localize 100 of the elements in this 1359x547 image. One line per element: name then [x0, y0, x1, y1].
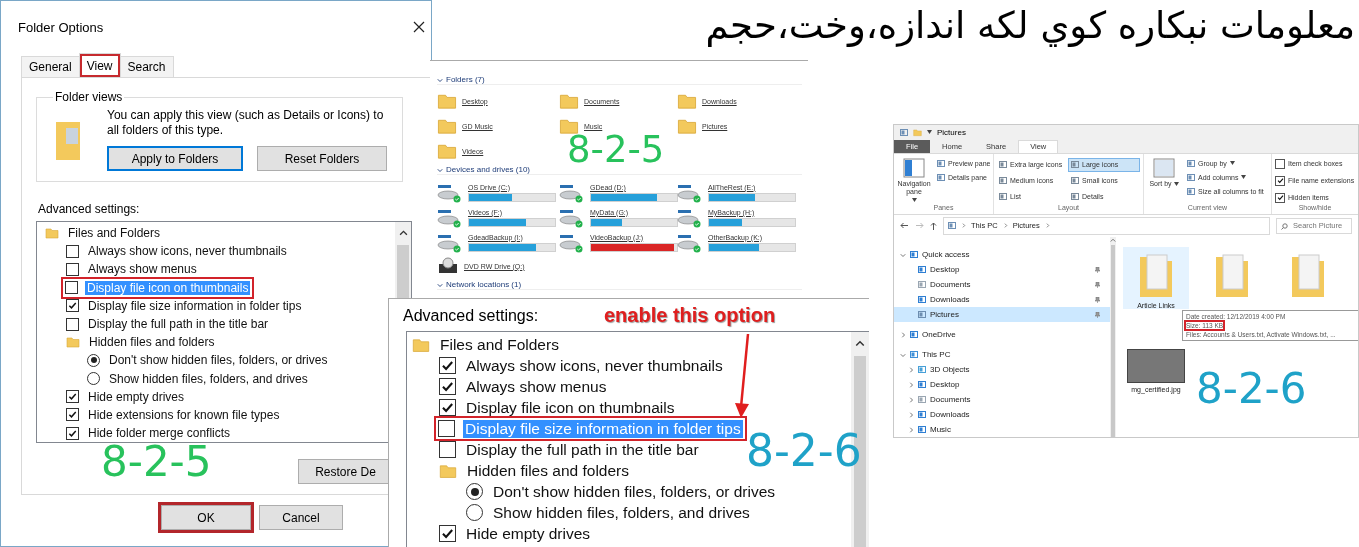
setting-group-label: Hidden files and folders	[88, 335, 216, 350]
setting-label: Always show menus	[465, 377, 608, 396]
description-text: You can apply this view (such as Details or Icons) to all folders of this type.	[107, 108, 385, 138]
checkbox[interactable]	[1275, 158, 1285, 169]
setting-label: Always show icons, never thumbnails	[87, 244, 288, 259]
radio-button[interactable]	[87, 353, 100, 367]
checkbox[interactable]	[439, 441, 456, 458]
documents-icon	[918, 396, 926, 403]
group-label: Folder views	[54, 90, 124, 104]
setting-label: Always show icons, never thumbnails	[465, 356, 724, 375]
setting-label: Show hidden files, folders, and drives	[108, 371, 309, 386]
caret-icon	[927, 130, 932, 135]
nav-item[interactable]: Desktop	[894, 262, 1110, 277]
desktop-icon	[918, 381, 926, 388]
pictures-icon	[918, 311, 926, 318]
window-title: Pictures	[937, 127, 966, 137]
setting-label: Hide extensions for known file types	[87, 407, 281, 422]
nav-item[interactable]: Pictures	[894, 307, 1110, 322]
columns-icon	[1153, 157, 1175, 178]
section-label: Advanced settings:	[403, 307, 539, 325]
tab[interactable]: View	[78, 53, 121, 77]
setting-group-label: Files and Folders	[439, 335, 560, 354]
section-header[interactable]: Folders (7)	[446, 75, 485, 84]
checkbox[interactable]	[65, 281, 78, 295]
nav-item[interactable]: Desktop	[894, 377, 1110, 392]
checkbox[interactable]	[66, 299, 79, 313]
caret-icon	[911, 197, 917, 202]
folder-icon	[1138, 251, 1174, 299]
scroll-up-icon	[398, 228, 408, 237]
nav-item[interactable]: Quick access	[894, 247, 1110, 262]
nav-item[interactable]: Downloads	[894, 407, 1110, 422]
step-number: 8-2-5	[567, 131, 665, 168]
radio-button[interactable]	[466, 483, 483, 500]
nav-item[interactable]: Documents	[894, 392, 1110, 407]
folder-icon	[45, 226, 59, 241]
section-header[interactable]: Devices and drives (10)	[446, 165, 531, 174]
dialog-button[interactable]: Apply to Folders	[107, 146, 243, 171]
objects-icon	[918, 366, 926, 373]
checkbox[interactable]	[66, 408, 79, 422]
section-header[interactable]: Network locations (1)	[446, 280, 522, 289]
checkbox[interactable]	[66, 317, 79, 331]
nav-item[interactable]: Downloads	[894, 292, 1110, 307]
checkbox[interactable]	[439, 399, 456, 416]
chevron-icon	[961, 223, 966, 229]
caret-icon	[1229, 161, 1235, 166]
setting-group-label: Files and Folders	[67, 226, 162, 241]
view-icon	[1071, 161, 1079, 169]
cloud-icon	[910, 331, 918, 338]
checkbox[interactable]	[439, 357, 456, 374]
checkbox[interactable]	[66, 244, 79, 258]
radio-button[interactable]	[87, 372, 100, 386]
dialog-button[interactable]: OK	[161, 505, 251, 530]
drive-icon	[437, 232, 463, 253]
view-icon	[1071, 193, 1079, 201]
chevron-icon	[437, 281, 443, 288]
view-icon	[1071, 177, 1079, 185]
checkbox[interactable]	[1275, 192, 1285, 203]
nav-item[interactable]: Music	[894, 422, 1110, 437]
nav-item[interactable]: This PC	[894, 347, 1110, 362]
checkbox[interactable]	[439, 378, 456, 395]
checkbox[interactable]	[1275, 175, 1285, 186]
chevron-icon	[908, 411, 914, 418]
chevron-icon	[908, 396, 914, 403]
setting-label: Display file icon on thumbnails	[465, 398, 676, 417]
nav-item[interactable]: OneDrive	[894, 327, 1110, 342]
back-arrow-icon[interactable]	[900, 222, 909, 230]
checkbox[interactable]	[66, 262, 79, 276]
tab[interactable]: Search	[119, 56, 174, 77]
caret-icon	[1241, 175, 1247, 180]
chevron-icon	[437, 76, 443, 83]
star-icon	[910, 251, 918, 258]
setting-label: Display file size information in folder tips	[87, 298, 303, 313]
dialog-button[interactable]: Reset Folders	[257, 146, 387, 171]
chevron-icon	[900, 251, 906, 258]
drive-icon	[559, 207, 585, 228]
caret-icon	[1173, 181, 1179, 186]
dialog-button[interactable]: Cancel	[259, 505, 343, 530]
scroll-up-icon	[855, 338, 865, 348]
disc-drive-icon	[437, 256, 459, 276]
checkbox[interactable]	[66, 426, 79, 440]
view-icon	[999, 193, 1007, 201]
folder-icon	[913, 127, 922, 137]
tab[interactable]: General	[21, 56, 80, 77]
view-icon	[999, 177, 1007, 185]
chevron-icon	[437, 166, 443, 173]
nav-item[interactable]: Documents	[894, 277, 1110, 292]
setting-label: Hide folder merge conflicts	[87, 426, 232, 441]
setting-group-label: Hidden files and folders	[466, 461, 630, 480]
nav-item[interactable]: 3D Objects	[894, 362, 1110, 377]
close-icon[interactable]	[413, 21, 425, 33]
checkbox[interactable]	[439, 525, 456, 542]
view-icon	[999, 161, 1007, 169]
setting-label: Display file icon on thumbnails	[85, 280, 251, 295]
up-arrow-icon[interactable]	[930, 221, 937, 230]
checkbox[interactable]	[438, 420, 455, 437]
radio-button[interactable]	[466, 504, 483, 521]
checkbox[interactable]	[66, 390, 79, 404]
chevron-icon	[1002, 223, 1008, 229]
folder-icon	[1290, 251, 1326, 299]
drive-icon	[437, 182, 463, 203]
